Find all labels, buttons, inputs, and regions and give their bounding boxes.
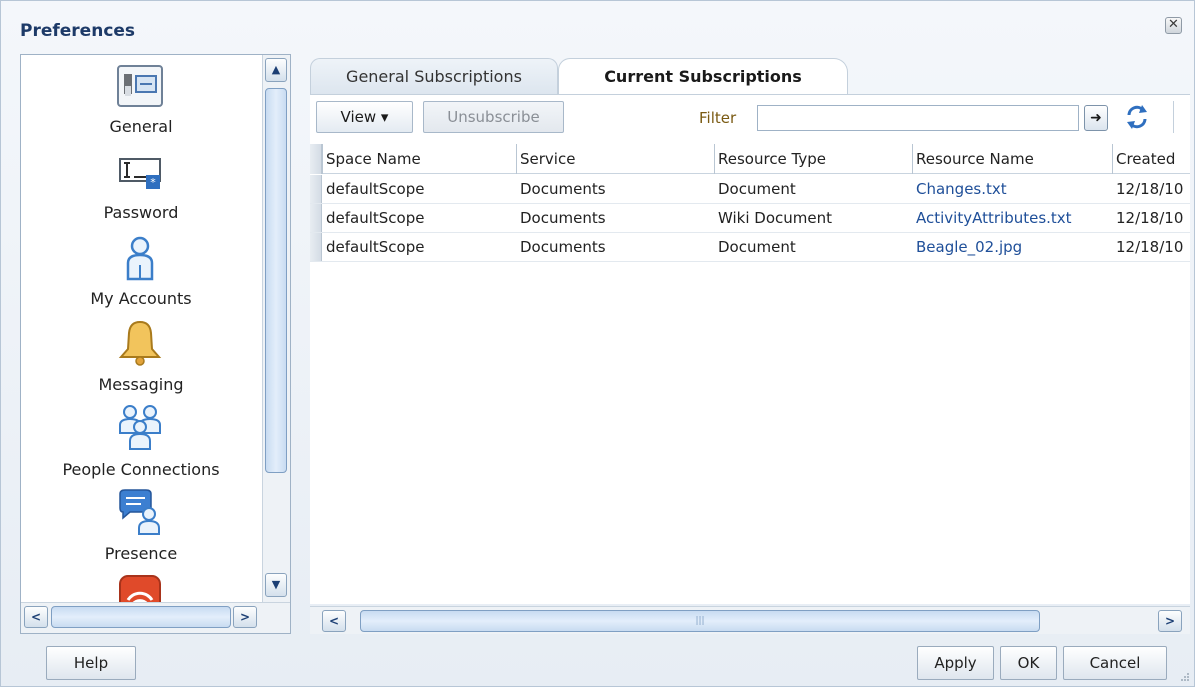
close-icon[interactable]: ✕ xyxy=(1165,17,1182,34)
nav-item-general-label: General xyxy=(109,117,173,136)
table-horizontal-scrollbar[interactable]: < ||| > xyxy=(310,606,1190,634)
scroll-left-icon[interactable]: < xyxy=(24,606,48,628)
cell-created: 12/18/10 xyxy=(1116,238,1184,256)
refresh-icon[interactable] xyxy=(1123,103,1151,131)
subscriptions-table: Space Name Service Resource Type Resourc… xyxy=(310,144,1190,604)
scroll-up-icon[interactable]: ▲ xyxy=(265,58,287,82)
apply-button[interactable]: Apply xyxy=(917,646,994,680)
arrow-right-icon[interactable]: ➜ xyxy=(1084,105,1108,131)
resize-grip-icon[interactable] xyxy=(1180,672,1190,682)
table-horizontal-scroll-thumb[interactable]: ||| xyxy=(360,610,1040,632)
header-handle xyxy=(310,144,322,174)
cell-resource-type: Document xyxy=(718,238,796,256)
nav-item-my-accounts-label: My Accounts xyxy=(90,289,192,308)
filter-label: Filter xyxy=(699,109,737,127)
table-row[interactable]: defaultScope Documents Document Changes.… xyxy=(310,175,1190,204)
people-icon xyxy=(119,405,161,450)
scroll-down-icon[interactable]: ▼ xyxy=(265,573,287,597)
cell-service: Documents xyxy=(520,238,606,256)
cell-resource-name-link[interactable]: Changes.txt xyxy=(913,175,1112,204)
svg-text:*: * xyxy=(150,176,156,189)
cell-resource-type: Wiki Document xyxy=(718,209,833,227)
view-menu-button[interactable]: View ▾ xyxy=(316,101,413,133)
cell-created: 12/18/10 xyxy=(1116,180,1184,198)
column-header-created[interactable]: Created xyxy=(1112,144,1190,174)
preferences-dialog: Preferences ✕ General * Password My Acco… xyxy=(0,0,1195,687)
tab-current-subscriptions[interactable]: Current Subscriptions xyxy=(558,58,848,94)
column-header-service[interactable]: Service xyxy=(516,144,714,174)
subscriptions-toolbar: View ▾ Unsubscribe Filter ➜ xyxy=(310,94,1190,144)
help-button[interactable]: Help xyxy=(46,646,136,680)
cell-space-name: defaultScope xyxy=(326,180,425,198)
preferences-navigator: General * Password My Accounts Messaging… xyxy=(20,54,291,634)
toolbar-separator xyxy=(1173,101,1174,133)
table-header: Space Name Service Resource Type Resourc… xyxy=(310,144,1190,174)
nav-vertical-scroll-thumb[interactable] xyxy=(265,88,287,473)
table-row[interactable]: defaultScope Documents Wiki Document Act… xyxy=(310,204,1190,233)
nav-horizontal-scrollbar[interactable]: < > xyxy=(21,602,290,633)
cell-resource-name-link[interactable]: Beagle_02.jpg xyxy=(913,233,1112,262)
scroll-left-icon[interactable]: < xyxy=(322,610,346,632)
scroll-right-icon[interactable]: > xyxy=(1158,610,1182,632)
tab-general-subscriptions[interactable]: General Subscriptions xyxy=(310,58,558,94)
nav-item-messaging-label: Messaging xyxy=(98,375,184,394)
user-account-icon xyxy=(126,236,154,281)
row-handle xyxy=(310,204,322,232)
unsubscribe-button[interactable]: Unsubscribe xyxy=(423,101,564,133)
subscriptions-panel: General Subscriptions Current Subscripti… xyxy=(306,54,1194,636)
row-handle xyxy=(310,233,322,261)
column-header-resource-type[interactable]: Resource Type xyxy=(714,144,912,174)
cell-space-name: defaultScope xyxy=(326,238,425,256)
column-header-space-name[interactable]: Space Name xyxy=(322,144,516,174)
nav-horizontal-scroll-thumb[interactable] xyxy=(51,606,231,628)
filter-input[interactable] xyxy=(757,105,1079,131)
dialog-title: Preferences xyxy=(20,21,136,41)
cell-service: Documents xyxy=(520,209,606,227)
scroll-right-icon[interactable]: > xyxy=(233,606,257,628)
row-handle xyxy=(310,175,322,203)
cell-resource-name-link[interactable]: ActivityAttributes.txt xyxy=(913,204,1112,233)
cancel-button[interactable]: Cancel xyxy=(1063,646,1167,680)
nav-vertical-scrollbar[interactable]: ▲ ▼ xyxy=(262,55,290,602)
ok-button[interactable]: OK xyxy=(1000,646,1057,680)
presence-chat-icon xyxy=(119,489,160,535)
cell-resource-type: Document xyxy=(718,180,796,198)
cell-space-name: defaultScope xyxy=(326,209,425,227)
cell-service: Documents xyxy=(520,180,606,198)
nav-item-people-connections-label: People Connections xyxy=(62,460,220,479)
password-icon: * xyxy=(119,158,161,189)
column-header-resource-name[interactable]: Resource Name xyxy=(912,144,1112,174)
nav-item-presence-label: Presence xyxy=(104,544,178,563)
general-settings-icon xyxy=(117,65,163,107)
nav-item-password-label: Password xyxy=(103,203,179,222)
table-row[interactable]: defaultScope Documents Document Beagle_0… xyxy=(310,233,1190,262)
bell-icon xyxy=(118,320,162,366)
cell-created: 12/18/10 xyxy=(1116,209,1184,227)
